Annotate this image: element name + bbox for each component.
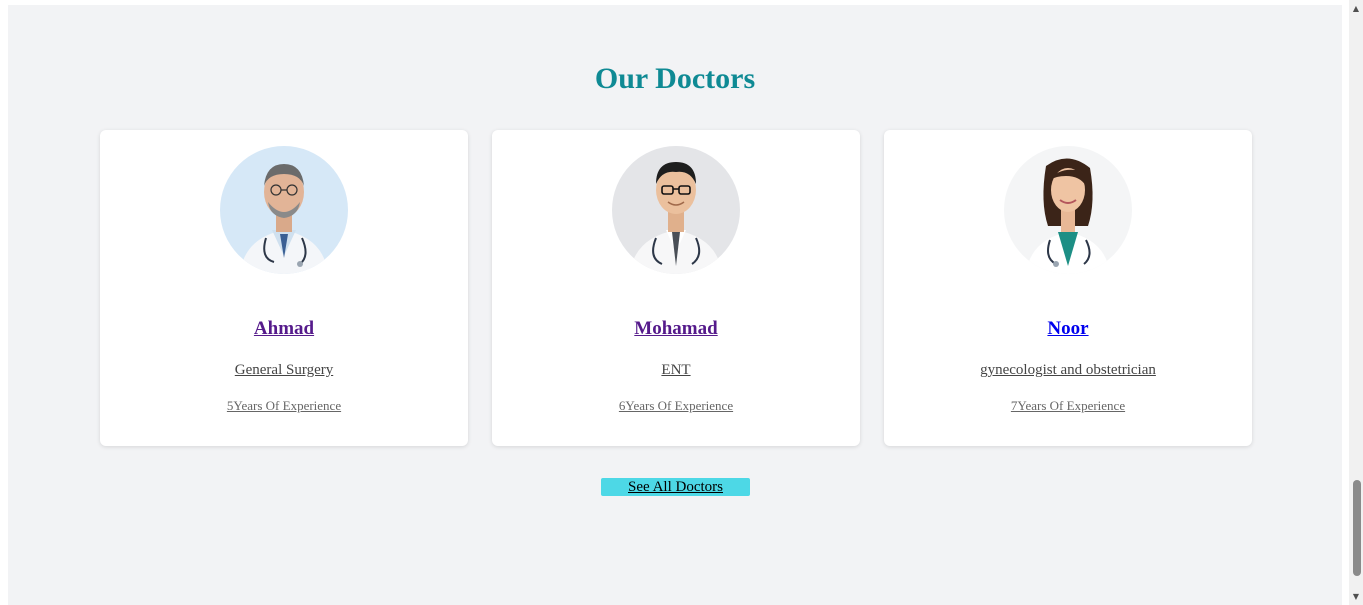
doctor-specialty-link[interactable]: gynecologist and obstetrician [884,362,1252,379]
scroll-down-arrow-icon[interactable]: ▼ [1349,590,1363,604]
scroll-up-arrow-icon[interactable]: ▲ [1349,2,1363,16]
doctor-specialty-link[interactable]: General Surgery [100,362,468,379]
doctor-name-link[interactable]: Noor [884,318,1252,340]
doctor-name-link[interactable]: Mohamad [492,318,860,340]
vertical-scrollbar[interactable]: ▲ ▼ [1349,0,1363,605]
doctor-photo[interactable] [612,146,740,274]
doctor-experience-link[interactable]: 7Years Of Experience [884,398,1252,414]
doctor-card: Mohamad ENT 6Years Of Experience [492,130,860,446]
doctor-card: Noor gynecologist and obstetrician 7Year… [884,130,1252,446]
section-title: Our Doctors [594,62,756,95]
doctor-name-link[interactable]: Ahmad [100,318,468,340]
doctor-photo[interactable] [220,146,348,274]
doctor-experience-link[interactable]: 6Years Of Experience [492,398,860,414]
doctor-experience-link[interactable]: 5Years Of Experience [100,398,468,414]
see-all-doctors-button[interactable]: See All Doctors [601,478,750,496]
doctors-section: Our Doctors Ahmad General Surgery 5Years… [8,5,1342,605]
scrollbar-thumb[interactable] [1353,480,1361,576]
doctor-card: Ahmad General Surgery 5Years Of Experien… [100,130,468,446]
doctor-specialty-link[interactable]: ENT [492,362,860,379]
doctor-photo[interactable] [1004,146,1132,274]
